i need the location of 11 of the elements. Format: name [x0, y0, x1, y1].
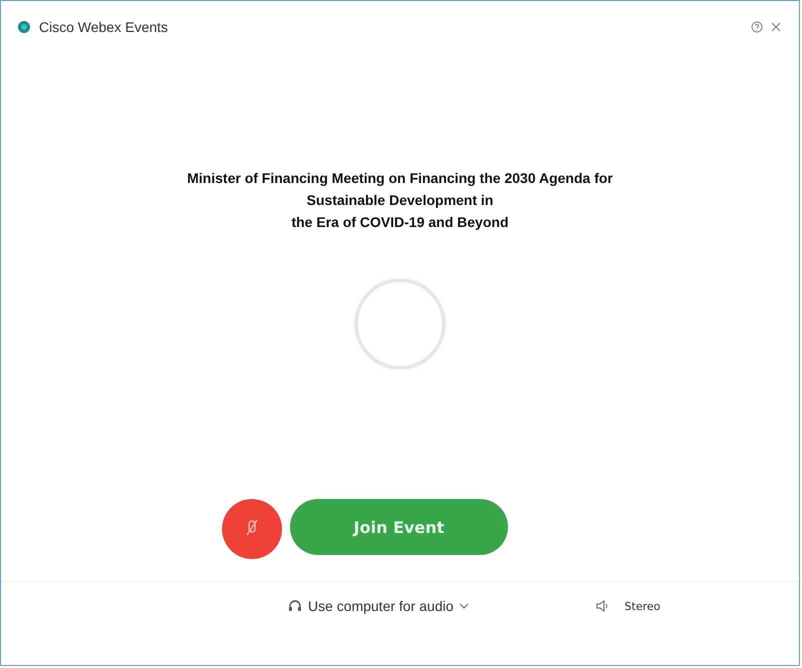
audio-option-dropdown[interactable]: Use computer for audio: [287, 598, 469, 614]
meeting-title: the Era of COVID-19 and Beyond: [290, 213, 510, 232]
window-title: Cisco Webex Events: [39, 19, 168, 35]
stereo-label: Stereo: [624, 600, 660, 612]
meeting-title: Sustainable Development in: [306, 191, 494, 210]
headset-icon: [287, 598, 303, 614]
chevron-down-icon: [458, 602, 469, 610]
help-icon[interactable]: [751, 21, 763, 33]
close-icon[interactable]: [771, 22, 781, 32]
meeting-title: Minister of Financing Meeting on Financing the 2030 Agenda for: [186, 169, 614, 188]
app-logo-icon: [17, 20, 31, 34]
